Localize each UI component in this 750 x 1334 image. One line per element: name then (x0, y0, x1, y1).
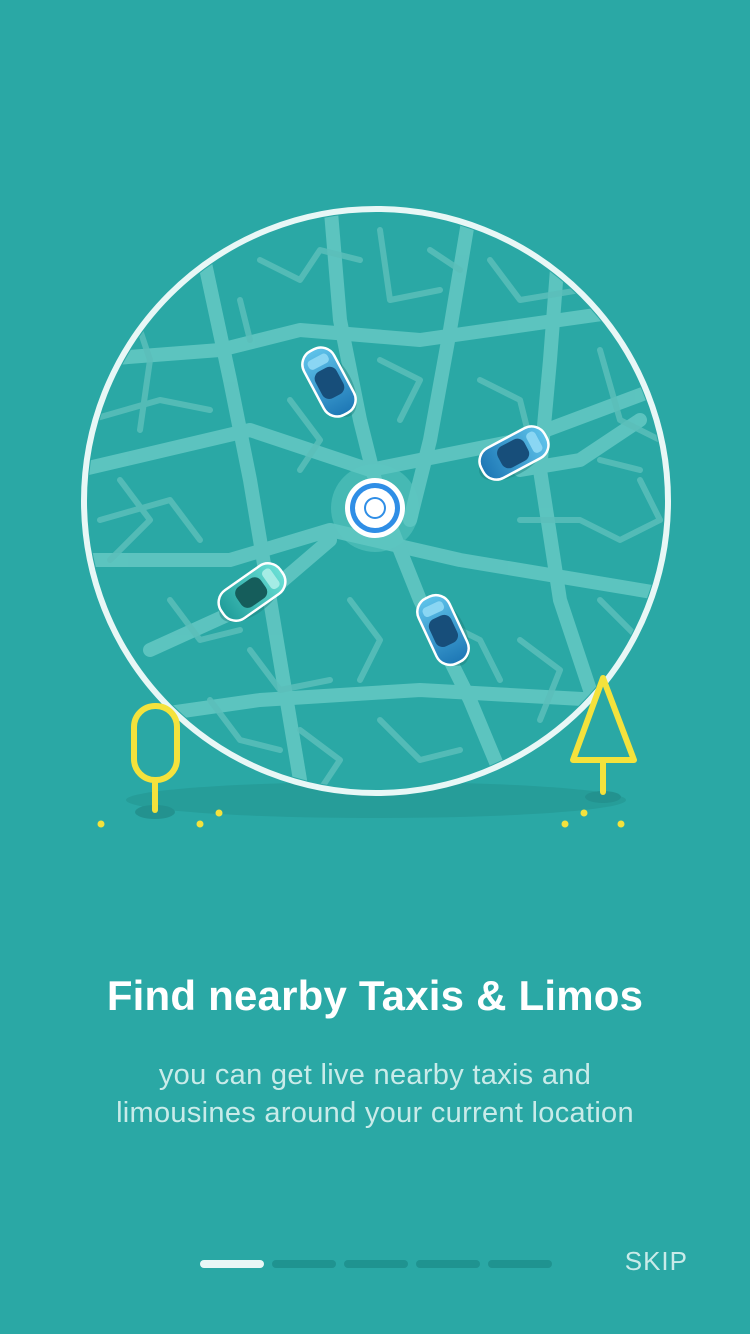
page-indicator-dot[interactable] (272, 1260, 336, 1268)
onboarding-title: Find nearby Taxis & Limos (106, 972, 644, 1019)
map-illustration (81, 206, 671, 828)
page-indicator (200, 1260, 560, 1268)
onboarding-description: you can get live nearby taxis and limous… (116, 1059, 634, 1129)
onboarding-screen: Find nearby Taxis & Limos you can get li… (0, 0, 750, 1334)
page-indicator-dot-active[interactable] (200, 1260, 264, 1268)
skip-button[interactable]: SKIP (625, 1246, 688, 1277)
page-indicator-dot[interactable] (488, 1260, 552, 1268)
user-location-icon (331, 464, 419, 552)
page-indicator-dot[interactable] (344, 1260, 408, 1268)
page-indicator-dot[interactable] (416, 1260, 480, 1268)
